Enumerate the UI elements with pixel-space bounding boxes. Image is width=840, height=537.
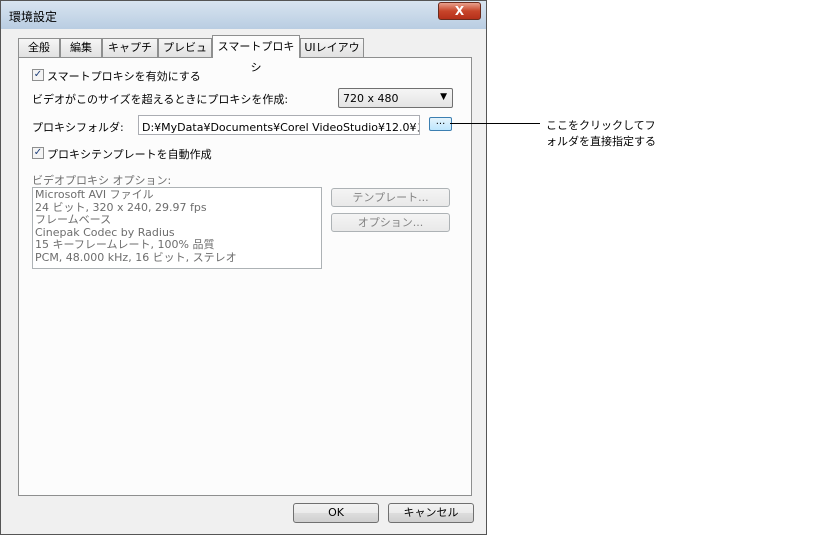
annotation-pointer-line: [450, 123, 540, 124]
list-item: Microsoft AVI ファイル: [35, 188, 154, 201]
proxy-options-heading: ビデオプロキシ オプション:: [32, 174, 172, 187]
auto-template-checkbox[interactable]: ✓: [32, 147, 44, 159]
tab-general[interactable]: 全般: [18, 38, 60, 57]
title-bar[interactable]: 環境設定 X: [1, 1, 486, 29]
tab-preview[interactable]: プレビュー: [158, 38, 212, 71]
chevron-down-icon: ▼: [440, 92, 447, 102]
browse-folder-button[interactable]: ...: [429, 117, 452, 131]
threshold-size-value: 720 x 480: [343, 92, 399, 105]
window-title: 環境設定: [9, 10, 58, 24]
list-item: フレームベース: [35, 213, 112, 226]
proxy-folder-input[interactable]: D:¥MyData¥Documents¥Corel VideoStudio¥12…: [138, 115, 420, 135]
enable-proxy-label: スマートプロキシを有効にする: [47, 70, 201, 83]
ok-button[interactable]: OK: [293, 503, 379, 523]
list-item: PCM, 48.000 kHz, 16 ビット, ステレオ: [35, 250, 237, 264]
enable-proxy-checkbox[interactable]: ✓: [32, 69, 44, 81]
list-item: 15 キーフレームレート, 100% 品質: [35, 238, 215, 251]
auto-template-label: プロキシテンプレートを自動作成: [47, 148, 212, 161]
tab-smart-proxy[interactable]: スマートプロキシ: [212, 35, 300, 74]
preferences-dialog: 環境設定 X 全般 編集 キャプチャ プレビュー スマートプロキシ UIレイアウ…: [0, 0, 487, 535]
tab-edit[interactable]: 編集: [60, 38, 102, 57]
proxy-options-list: Microsoft AVI ファイル 24 ビット, 320 x 240, 29…: [32, 187, 322, 269]
template-button[interactable]: テンプレート...: [331, 188, 450, 207]
proxy-folder-label: プロキシフォルダ:: [32, 121, 124, 134]
tab-ui-layout[interactable]: UIレイアウト: [300, 38, 364, 71]
tab-capture[interactable]: キャプチャ: [102, 38, 158, 71]
cancel-button[interactable]: キャンセル: [388, 503, 474, 523]
annotation-text: ここをクリックしてフォルダを直接指定する: [546, 119, 656, 148]
proxy-folder-value: D:¥MyData¥Documents¥Corel VideoStudio¥12…: [142, 121, 420, 134]
options-button[interactable]: オプション...: [331, 213, 450, 232]
threshold-label: ビデオがこのサイズを超えるときにプロキシを作成:: [32, 93, 289, 106]
close-button[interactable]: X: [438, 2, 481, 20]
threshold-size-dropdown[interactable]: 720 x 480 ▼: [338, 88, 453, 108]
